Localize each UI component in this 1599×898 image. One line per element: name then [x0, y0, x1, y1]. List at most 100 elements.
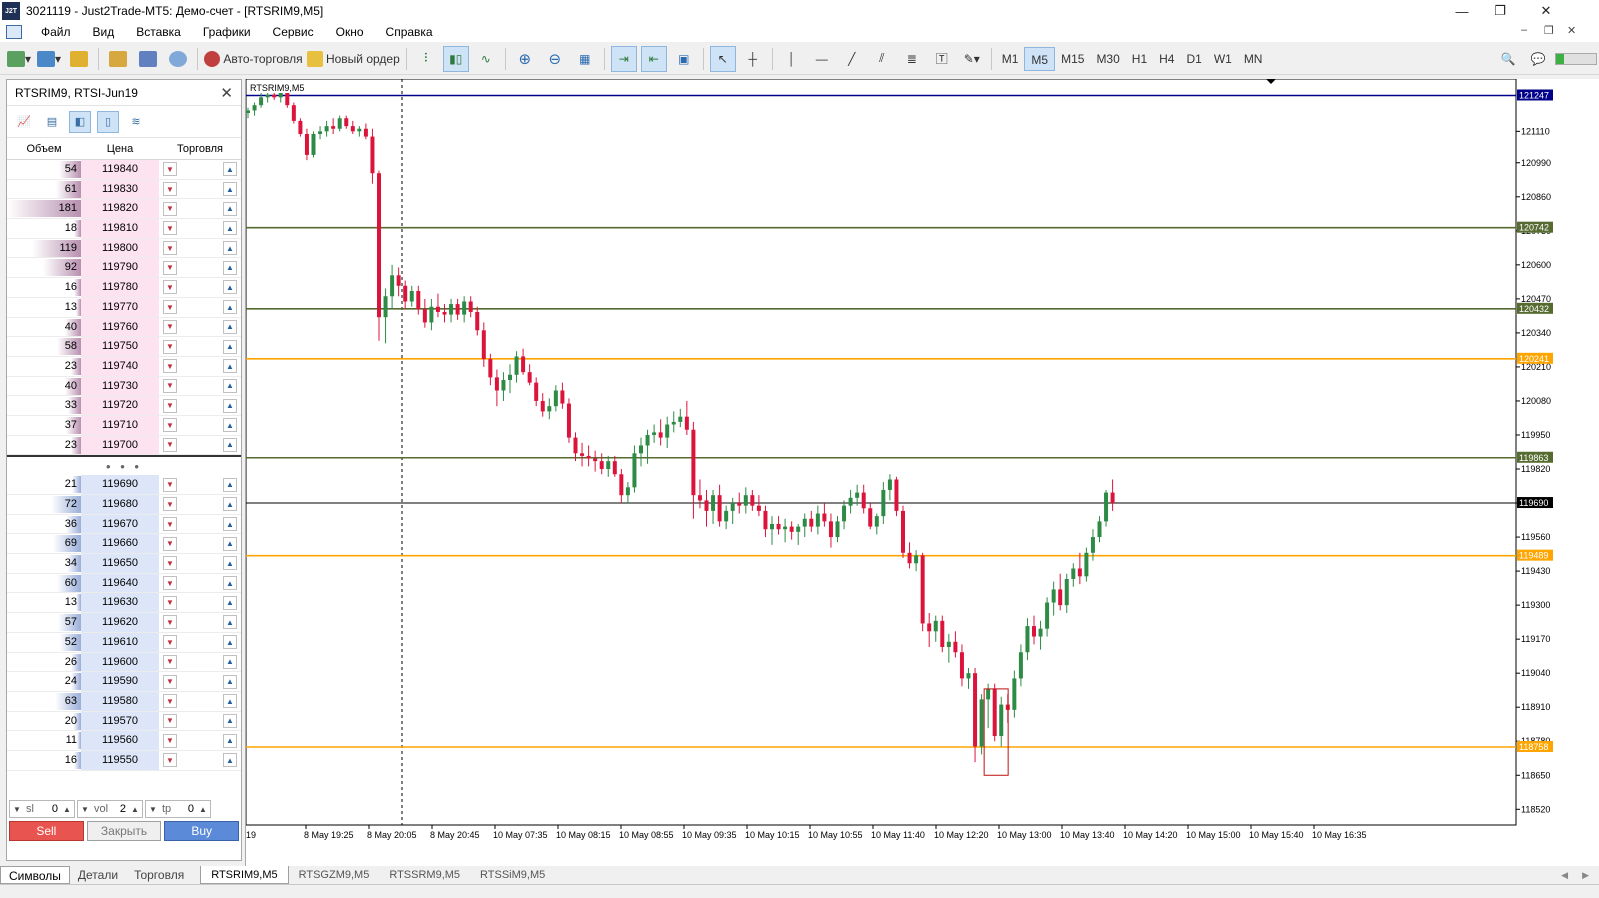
- buy-limit-icon[interactable]: ▲: [223, 635, 237, 650]
- dom-bid-row[interactable]: 36 119670 ▼ ▲: [7, 514, 241, 535]
- chart-shift-button[interactable]: ⇤: [640, 45, 667, 72]
- dom-bid-row[interactable]: 34 119650 ▼ ▲: [7, 554, 241, 574]
- new-chart-button[interactable]: ▾: [6, 46, 32, 72]
- candlestick-chart-button[interactable]: ▮▯: [442, 45, 469, 72]
- indicators-button[interactable]: ▣: [671, 46, 697, 72]
- buy-limit-icon[interactable]: ▲: [223, 437, 237, 452]
- sell-limit-icon[interactable]: ▼: [163, 536, 177, 551]
- timeframe-m1[interactable]: M1: [996, 47, 1025, 71]
- buy-limit-icon[interactable]: ▲: [223, 694, 237, 709]
- dom-price[interactable]: 119720: [81, 396, 159, 415]
- timeframe-mn[interactable]: MN: [1238, 47, 1269, 71]
- sell-limit-icon[interactable]: ▼: [163, 339, 177, 354]
- dom-chart-button[interactable]: 📈: [13, 111, 35, 133]
- buy-limit-icon[interactable]: ▲: [223, 517, 237, 532]
- buy-limit-icon[interactable]: ▲: [223, 733, 237, 748]
- bar-chart-button[interactable]: ⫶: [413, 46, 439, 72]
- dom-ask-row[interactable]: 181 119820 ▼ ▲: [7, 199, 241, 220]
- vol-up-icon[interactable]: ▲: [128, 805, 142, 814]
- buy-limit-icon[interactable]: ▲: [223, 201, 237, 216]
- dom-price[interactable]: 119590: [81, 672, 159, 691]
- auto-trading-button[interactable]: Авто-торговля: [204, 46, 303, 72]
- vol-down-icon[interactable]: ▼: [78, 805, 92, 814]
- search-button[interactable]: 🔍: [1495, 46, 1521, 72]
- menu-help[interactable]: Справка: [375, 22, 444, 42]
- buy-limit-icon[interactable]: ▲: [223, 260, 237, 275]
- buy-limit-icon[interactable]: ▲: [223, 595, 237, 610]
- dom-ask-row[interactable]: 23 119700 ▼ ▲: [7, 435, 241, 456]
- menu-file[interactable]: Файл: [30, 22, 82, 42]
- chat-button[interactable]: 💬: [1525, 46, 1551, 72]
- vol-value[interactable]: 2: [114, 803, 128, 815]
- dom-bid-row[interactable]: 60 119640 ▼ ▲: [7, 573, 241, 594]
- dom-bid-row[interactable]: 57 119620 ▼ ▲: [7, 613, 241, 633]
- dom-ask-row[interactable]: 40 119760 ▼ ▲: [7, 317, 241, 338]
- dom-price[interactable]: 119600: [81, 652, 159, 672]
- tile-windows-button[interactable]: ▦: [572, 46, 598, 72]
- buy-limit-icon[interactable]: ▲: [223, 713, 237, 728]
- timeframe-m5[interactable]: M5: [1024, 46, 1056, 71]
- market-watch-button[interactable]: [66, 46, 92, 72]
- dom-price[interactable]: 119700: [81, 435, 159, 455]
- sell-limit-icon[interactable]: ▼: [163, 319, 177, 334]
- sell-limit-icon[interactable]: ▼: [163, 359, 177, 374]
- menu-view[interactable]: Вид: [82, 22, 126, 42]
- sell-limit-icon[interactable]: ▼: [163, 517, 177, 532]
- buy-limit-icon[interactable]: ▲: [223, 398, 237, 413]
- navigator-button[interactable]: [105, 46, 131, 72]
- mdi-restore-icon[interactable]: ❐: [1544, 24, 1554, 37]
- dom-ticks-button[interactable]: ≋: [125, 111, 147, 133]
- sell-limit-icon[interactable]: ▼: [163, 300, 177, 315]
- buy-limit-icon[interactable]: ▲: [223, 753, 237, 768]
- buy-limit-icon[interactable]: ▲: [223, 536, 237, 551]
- new-order-button[interactable]: Новый ордер: [306, 46, 400, 72]
- scroll-left-icon[interactable]: ◀: [1561, 870, 1568, 881]
- tp-down-icon[interactable]: ▼: [146, 805, 160, 814]
- buy-limit-icon[interactable]: ▲: [223, 556, 237, 571]
- dom-price[interactable]: 119690: [81, 475, 159, 494]
- sell-limit-icon[interactable]: ▼: [163, 713, 177, 728]
- tp-field[interactable]: ▼ tp 0 ▲: [145, 800, 211, 818]
- crosshair-tool-button[interactable]: ┼: [740, 46, 766, 72]
- dom-volume-button[interactable]: ◧: [69, 110, 91, 133]
- document-icon[interactable]: [6, 25, 22, 39]
- cursor-tool-button[interactable]: ↖: [709, 45, 736, 72]
- dom-price[interactable]: 119780: [81, 278, 159, 297]
- dom-price[interactable]: 119840: [81, 160, 159, 179]
- sell-limit-icon[interactable]: ▼: [163, 182, 177, 197]
- sell-limit-icon[interactable]: ▼: [163, 674, 177, 689]
- sell-limit-icon[interactable]: ▼: [163, 260, 177, 275]
- timeframe-h1[interactable]: H1: [1126, 47, 1153, 71]
- timeframe-h4[interactable]: H4: [1153, 47, 1180, 71]
- dom-ask-row[interactable]: 13 119770 ▼ ▲: [7, 297, 241, 318]
- sell-limit-icon[interactable]: ▼: [163, 635, 177, 650]
- sell-limit-icon[interactable]: ▼: [163, 556, 177, 571]
- sell-button[interactable]: Sell: [9, 821, 84, 841]
- dom-ask-row[interactable]: 16 119780 ▼ ▲: [7, 278, 241, 298]
- dom-price[interactable]: 119610: [81, 632, 159, 652]
- dom-price[interactable]: 119580: [81, 691, 159, 711]
- menu-service[interactable]: Сервис: [262, 22, 325, 42]
- tab-symbols[interactable]: Символы: [0, 866, 70, 884]
- restore-icon[interactable]: ❐: [1477, 0, 1523, 22]
- chart-tab-rtsgzm9[interactable]: RTSGZM9,M5: [289, 866, 380, 884]
- sell-limit-icon[interactable]: ▼: [163, 477, 177, 492]
- dom-price[interactable]: 119640: [81, 573, 159, 593]
- dom-bid-row[interactable]: 69 119660 ▼ ▲: [7, 534, 241, 555]
- buy-limit-icon[interactable]: ▲: [223, 339, 237, 354]
- dom-bid-row[interactable]: 13 119630 ▼ ▲: [7, 593, 241, 614]
- dom-bid-row[interactable]: 63 119580 ▼ ▲: [7, 691, 241, 712]
- line-chart-button[interactable]: ∿: [473, 46, 499, 72]
- sell-limit-icon[interactable]: ▼: [163, 398, 177, 413]
- dom-bid-row[interactable]: 52 119610 ▼ ▲: [7, 632, 241, 653]
- buy-limit-icon[interactable]: ▲: [223, 221, 237, 236]
- mdi-minimize-icon[interactable]: –: [1521, 24, 1527, 36]
- sell-limit-icon[interactable]: ▼: [163, 654, 177, 669]
- dom-price[interactable]: 119650: [81, 554, 159, 573]
- sl-field[interactable]: ▼ sl 0 ▲: [9, 800, 75, 818]
- buy-limit-icon[interactable]: ▲: [223, 359, 237, 374]
- buy-limit-icon[interactable]: ▲: [223, 418, 237, 433]
- scroll-right-icon[interactable]: ▶: [1582, 870, 1589, 881]
- chart-tab-rtsrim9[interactable]: RTSRIM9,M5: [200, 866, 289, 884]
- sell-limit-icon[interactable]: ▼: [163, 280, 177, 295]
